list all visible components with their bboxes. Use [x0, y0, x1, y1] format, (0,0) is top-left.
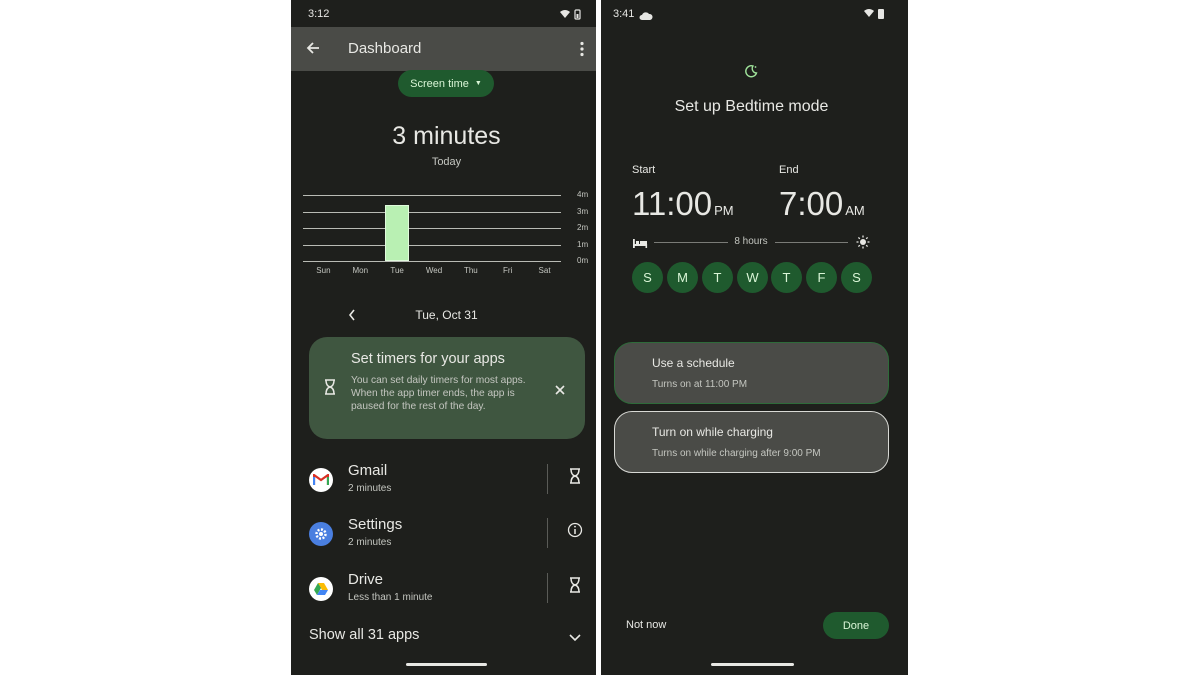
- charging-option[interactable]: Turn on while charging Turns on while ch…: [614, 411, 889, 473]
- usage-bar-chart: 4m 3m 2m 1m 0m Sun Mon Tue Wed Thu Fri Sat: [291, 0, 596, 280]
- y-tick-label: 3m: [577, 206, 589, 216]
- hourglass-icon[interactable]: [567, 577, 583, 597]
- wifi-battery-icon: [863, 7, 889, 19]
- chart-gridline: [303, 244, 561, 246]
- set-timers-card: Set timers for your apps You can set dai…: [309, 337, 585, 439]
- page-title: Set up Bedtime mode: [674, 98, 829, 115]
- done-button[interactable]: Done: [823, 612, 889, 639]
- x-tick-label: Thu: [463, 266, 478, 275]
- option-subtitle: Turns on at 11:00 PM: [652, 379, 748, 390]
- cloud-icon: [639, 8, 653, 20]
- app-name: Gmail: [348, 462, 388, 479]
- hourglass-icon[interactable]: [567, 468, 583, 488]
- bed-icon: [632, 236, 648, 248]
- x-tick-label: Tue: [390, 266, 404, 275]
- chart-gridline: [303, 211, 561, 213]
- digital-wellbeing-dashboard-screen: 3:12 Dashboard Screen time ▼ 3 minutes T…: [291, 0, 596, 675]
- day-toggle-thursday[interactable]: T: [771, 262, 802, 293]
- gesture-nav-handle[interactable]: [711, 663, 794, 666]
- not-now-button[interactable]: Not now: [626, 619, 666, 631]
- day-toggle-sunday[interactable]: S: [632, 262, 663, 293]
- app-usage: 2 minutes: [348, 483, 392, 494]
- app-name: Settings: [348, 516, 403, 533]
- gmail-icon: [309, 468, 333, 492]
- bedtime-moon-icon: [744, 64, 758, 78]
- start-ampm: PM: [714, 203, 734, 218]
- start-label: Start: [632, 164, 656, 176]
- duration-label: 8 hours: [734, 236, 768, 247]
- y-tick-label: 4m: [577, 190, 589, 199]
- x-tick-label: Wed: [425, 266, 443, 275]
- chart-gridline: [303, 261, 561, 262]
- end-ampm: AM: [845, 203, 865, 218]
- settings-gear-icon: [309, 522, 333, 546]
- start-time-value: 11:00: [632, 185, 713, 222]
- x-tick-label: Fri: [503, 266, 513, 275]
- chart-gridline: [303, 228, 561, 229]
- close-icon[interactable]: [555, 382, 565, 395]
- selected-date: Tue, Oct 31: [415, 308, 478, 322]
- duration-line-right: [775, 242, 848, 243]
- divider: [547, 573, 548, 603]
- day-toggle-friday[interactable]: F: [806, 262, 837, 293]
- option-title: Turn on while charging: [652, 425, 773, 439]
- end-time[interactable]: 7:00 AM: [779, 185, 865, 223]
- x-tick-label: Mon: [352, 266, 369, 275]
- gesture-nav-handle[interactable]: [406, 663, 487, 666]
- day-toggle-saturday[interactable]: S: [841, 262, 872, 293]
- chart-gridline: [303, 195, 561, 196]
- end-time-value: 7:00: [779, 185, 844, 222]
- use-schedule-option[interactable]: Use a schedule Turns on at 11:00 PM: [614, 342, 889, 404]
- card-body: You can set daily timers for most apps. …: [351, 375, 526, 412]
- app-row-settings[interactable]: Settings 2 minutes: [291, 512, 596, 562]
- hourglass-icon: [324, 379, 336, 395]
- bedtime-mode-setup-screen: 3:41 Set up Bedtime mode Start 11:00 PM E…: [601, 0, 908, 675]
- divider: [547, 518, 548, 548]
- end-label: End: [779, 164, 799, 176]
- drive-icon: [309, 577, 333, 601]
- y-tick-label: 2m: [577, 223, 589, 232]
- sun-icon: [856, 235, 870, 249]
- divider: [547, 464, 548, 494]
- app-row-drive[interactable]: Drive Less than 1 minute: [291, 567, 596, 617]
- status-time: 3:41: [613, 8, 635, 20]
- y-tick-label: 0m: [577, 256, 589, 265]
- day-toggle-monday[interactable]: M: [667, 262, 698, 293]
- app-usage: 2 minutes: [348, 537, 392, 548]
- day-toggle-wednesday[interactable]: W: [737, 262, 768, 293]
- start-time[interactable]: 11:00 PM: [632, 185, 734, 223]
- card-title: Set timers for your apps: [351, 351, 505, 367]
- chart-bar[interactable]: [385, 204, 410, 261]
- show-all-apps[interactable]: Show all 31 apps: [309, 627, 419, 643]
- app-row-gmail[interactable]: Gmail 2 minutes: [291, 458, 596, 508]
- option-subtitle: Turns on while charging after 9:00 PM: [652, 448, 821, 459]
- expand-chevron-icon[interactable]: [568, 630, 582, 642]
- day-toggle-tuesday[interactable]: T: [702, 262, 733, 293]
- option-title: Use a schedule: [652, 356, 735, 370]
- info-icon[interactable]: [567, 522, 583, 542]
- app-usage: Less than 1 minute: [348, 592, 433, 603]
- x-tick-label: Sun: [316, 266, 331, 275]
- duration-line-left: [654, 242, 728, 243]
- y-tick-label: 1m: [577, 239, 589, 249]
- x-tick-label: Sat: [538, 266, 551, 275]
- app-name: Drive: [348, 571, 384, 588]
- previous-day-chevron-icon[interactable]: [347, 308, 357, 322]
